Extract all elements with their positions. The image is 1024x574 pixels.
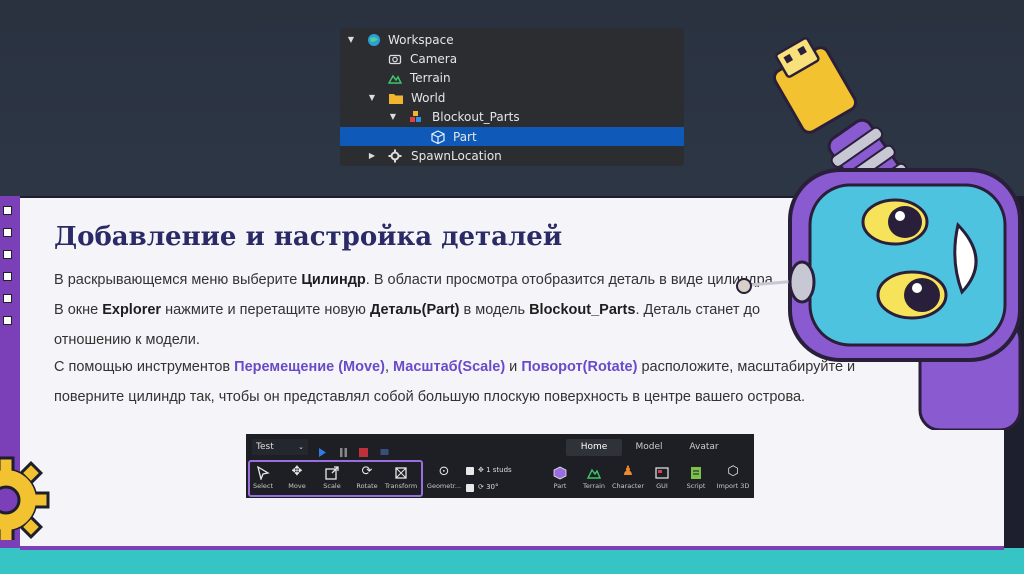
- geometry-icon: ⊙: [438, 464, 450, 479]
- slide-title: Добавление и настройка деталей: [54, 222, 563, 252]
- instruction-line-3: отношению к модели.: [54, 332, 200, 348]
- instruction-line-1: В раскрывающемся меню выберите Цилиндр. …: [54, 272, 777, 288]
- character-button[interactable]: ♟ Character: [611, 462, 645, 496]
- terrain-editor-button[interactable]: Terrain: [577, 462, 611, 496]
- gui-icon: [645, 462, 679, 482]
- tree-item-world[interactable]: ▼ World: [340, 88, 684, 107]
- folder-icon: [388, 91, 403, 105]
- strip-marker: [3, 206, 12, 215]
- studio-toolbar: Test ⌄ Home Model Avatar Select ✥ Move S…: [246, 434, 754, 498]
- tab-avatar[interactable]: Avatar: [678, 439, 730, 456]
- character-icon: ♟: [622, 464, 634, 479]
- robot-mascot-illustration: [736, 37, 1022, 430]
- pause-icon[interactable]: [339, 442, 348, 457]
- expand-arrow-icon[interactable]: ▼: [388, 112, 398, 122]
- gui-button[interactable]: GUI: [645, 462, 679, 496]
- scale-icon: [315, 462, 349, 482]
- tree-item-label: Part: [453, 129, 477, 144]
- tree-item-label: Terrain: [410, 71, 451, 86]
- slide-bottom-bar: [20, 546, 1004, 550]
- instruction-line-2: В окне Explorer нажмите и перетащите нов…: [54, 302, 761, 318]
- expand-arrow-icon[interactable]: ▼: [367, 93, 377, 103]
- explorer-panel: ▼ Workspace Camera Terrain ▼ World ▼ Blo…: [340, 28, 684, 166]
- transform-icon: [384, 462, 418, 482]
- tree-item-workspace[interactable]: ▼ Workspace: [340, 30, 684, 49]
- tree-item-camera[interactable]: Camera: [340, 49, 684, 68]
- model-icon: [409, 110, 423, 124]
- terrain-icon: [387, 71, 403, 85]
- import-3d-icon: ⬡: [727, 464, 739, 479]
- camera-icon: [388, 52, 402, 66]
- collapse-arrow-icon[interactable]: ▶: [367, 151, 377, 161]
- tab-model[interactable]: Model: [624, 439, 674, 456]
- globe-icon: [367, 33, 381, 47]
- tree-item-blockout-parts[interactable]: ▼ Blockout_Parts: [340, 108, 684, 127]
- rotate-icon: ⟳: [361, 464, 373, 479]
- tree-item-terrain[interactable]: Terrain: [340, 69, 684, 88]
- part-icon: [431, 129, 445, 144]
- move-arrows-icon: ✥: [291, 464, 303, 479]
- import-3d-button[interactable]: ⬡ Import 3D: [714, 462, 752, 496]
- tree-item-label: Blockout_Parts: [432, 110, 520, 125]
- tree-item-spawnlocation[interactable]: ▶ SpawnLocation: [340, 146, 684, 165]
- rotate-snap-checkbox[interactable]: [466, 484, 474, 492]
- gear-icon: [0, 456, 50, 540]
- rotate-snap-field[interactable]: ⟳ 30°: [478, 483, 499, 491]
- instruction-line-5: поверните цилиндр так, чтобы он представ…: [54, 389, 806, 405]
- select-tool-button[interactable]: Select: [246, 462, 280, 496]
- tree-item-label: SpawnLocation: [411, 149, 502, 164]
- cursor-icon: [246, 462, 280, 482]
- part-icon: [543, 462, 577, 482]
- tree-item-label: Camera: [410, 52, 458, 67]
- insert-part-button[interactable]: Part: [543, 462, 577, 496]
- transform-tool-button[interactable]: Transform: [384, 462, 418, 496]
- test-mode-dropdown[interactable]: Test ⌄: [252, 439, 308, 455]
- spawn-icon: [388, 149, 402, 163]
- expand-arrow-icon[interactable]: ▼: [346, 35, 356, 45]
- scale-tool-button[interactable]: Scale: [315, 462, 349, 496]
- tree-item-label: World: [411, 90, 446, 105]
- strip-marker: [3, 294, 12, 303]
- script-icon: [679, 462, 713, 482]
- script-button[interactable]: Script: [679, 462, 713, 496]
- stop-icon[interactable]: [359, 442, 368, 457]
- play-icon[interactable]: [318, 442, 327, 457]
- tree-item-label: Workspace: [388, 32, 454, 47]
- rotate-tool-button[interactable]: ⟳ Rotate: [350, 462, 384, 496]
- move-tool-button[interactable]: ✥ Move: [280, 462, 314, 496]
- move-snap-field[interactable]: ✥ 1 studs: [478, 466, 512, 474]
- strip-marker: [3, 228, 12, 237]
- strip-marker: [3, 250, 12, 259]
- geometry-button[interactable]: ⊙ Geometr...: [426, 462, 462, 496]
- strip-marker: [3, 316, 12, 325]
- move-snap-checkbox[interactable]: [466, 467, 474, 475]
- slide-bottom-band: [0, 548, 1024, 574]
- screen-icon[interactable]: [380, 442, 389, 455]
- strip-marker: [3, 272, 12, 281]
- chevron-down-icon: ⌄: [298, 443, 304, 451]
- tab-home[interactable]: Home: [566, 439, 622, 456]
- tree-item-part[interactable]: Part: [340, 126, 684, 147]
- terrain-icon: [577, 462, 611, 482]
